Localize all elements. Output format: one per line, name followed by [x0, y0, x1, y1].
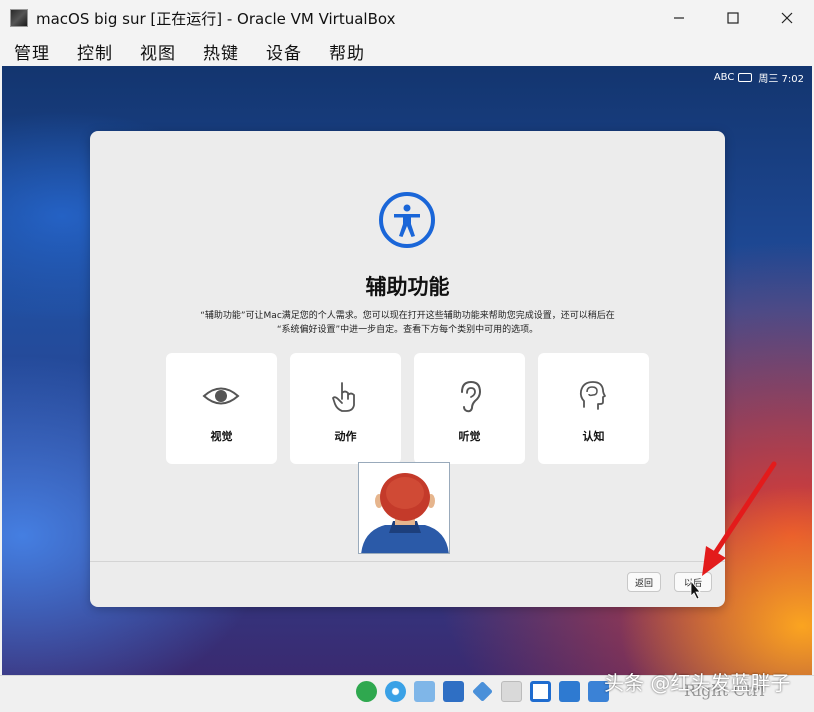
category-cognition[interactable]: 认知	[538, 353, 649, 464]
menu-devices[interactable]: 设备	[266, 39, 302, 64]
recording-icon[interactable]	[559, 681, 580, 702]
optical-drive-icon[interactable]	[385, 681, 406, 702]
audio-icon[interactable]	[414, 681, 435, 702]
vm-display[interactable]: ABC 周三 7:02 辅助功能 “辅助功能”可让Mac满足您的个人需求。您可以…	[2, 66, 812, 675]
category-label: 动作	[334, 430, 357, 443]
minimize-icon	[674, 17, 684, 19]
hard-disk-icon[interactable]	[356, 681, 377, 702]
maximize-icon	[727, 12, 739, 24]
menu-view[interactable]: 视图	[140, 39, 176, 64]
menu-help[interactable]: 帮助	[329, 39, 365, 64]
close-button[interactable]	[760, 0, 814, 36]
status-icons	[356, 681, 617, 702]
display-icon[interactable]	[530, 681, 551, 702]
input-method-label[interactable]: ABC	[714, 72, 735, 83]
keyboard-icon	[738, 73, 753, 82]
category-hearing[interactable]: 听觉	[414, 353, 525, 464]
eye-icon	[202, 387, 240, 405]
watermark-text: 头条 @红头发蓝胖子	[604, 671, 791, 695]
description-line-2: “系统偏好设置”中进一步自定。查看下方每个类别中可用的选项。	[276, 325, 539, 335]
macos-status-bar: ABC 周三 7:02	[714, 70, 804, 85]
close-icon	[781, 12, 793, 24]
virtualbox-window: macOS big sur [正在运行] - Oracle VM Virtual…	[0, 0, 814, 712]
usb-icon[interactable]	[472, 681, 493, 702]
description-line-1: “辅助功能”可让Mac满足您的个人需求。您可以现在打开这些辅助功能来帮助您完成设…	[200, 311, 615, 321]
virtualbox-app-icon	[10, 9, 28, 27]
title-bar[interactable]: macOS big sur [正在运行] - Oracle VM Virtual…	[0, 0, 814, 36]
hand-pointer-icon	[332, 382, 355, 412]
category-vision[interactable]: 视觉	[166, 353, 277, 464]
ear-icon	[461, 380, 482, 413]
accessibility-icon	[379, 192, 435, 248]
window-title: macOS big sur [正在运行] - Oracle VM Virtual…	[36, 9, 396, 28]
page-title: 辅助功能	[365, 275, 450, 299]
avatar-person-icon	[361, 473, 449, 553]
category-label: 认知	[582, 430, 605, 443]
menu-control[interactable]: 控制	[77, 39, 113, 64]
minimize-button[interactable]	[652, 0, 706, 36]
later-button[interactable]: 以后	[674, 572, 712, 592]
avatar	[358, 462, 450, 554]
category-motor[interactable]: 动作	[290, 353, 401, 464]
head-brain-icon	[579, 381, 606, 410]
menu-hotkeys[interactable]: 热键	[203, 39, 239, 64]
category-label: 视觉	[210, 430, 233, 443]
clock-label[interactable]: 周三 7:02	[758, 70, 804, 85]
network-icon[interactable]	[443, 681, 464, 702]
maximize-button[interactable]	[706, 0, 760, 36]
shared-folders-icon[interactable]	[501, 681, 522, 702]
footer-divider	[90, 561, 725, 562]
back-button[interactable]: 返回	[627, 572, 661, 592]
category-label: 听觉	[458, 430, 481, 443]
menu-manage[interactable]: 管理	[14, 39, 50, 64]
window-controls	[652, 0, 814, 36]
page-description: “辅助功能”可让Mac满足您的个人需求。您可以现在打开这些辅助功能来帮助您完成设…	[150, 309, 665, 337]
menu-bar: 管理 控制 视图 热键 设备 帮助	[0, 36, 814, 66]
